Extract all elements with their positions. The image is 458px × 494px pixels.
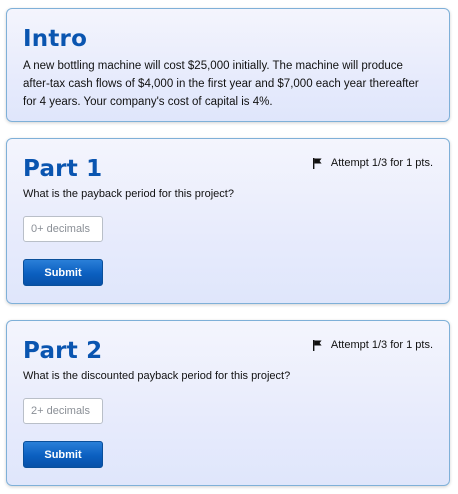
flag-icon (312, 339, 322, 351)
part-2-card: Part 2 Attempt 1/3 for 1 pts. What is th… (6, 320, 450, 486)
part-2-question: What is the discounted payback period fo… (23, 370, 291, 382)
part-1-header: Part 1 Attempt 1/3 for 1 pts. (23, 155, 433, 185)
part-2-header: Part 2 Attempt 1/3 for 1 pts. (23, 337, 433, 367)
part-1-attempt-info: Attempt 1/3 for 1 pts. (312, 157, 433, 169)
part-1-answer-input[interactable] (23, 216, 103, 242)
part-1-submit-button[interactable]: Submit (23, 259, 103, 286)
flag-icon (312, 157, 322, 169)
page: Intro A new bottling machine will cost $… (0, 0, 458, 494)
part-1-attempt-label: Attempt 1/3 for 1 pts. (330, 157, 433, 169)
intro-card: Intro A new bottling machine will cost $… (6, 8, 450, 122)
part-2-attempt-info: Attempt 1/3 for 1 pts. (312, 339, 433, 351)
part-2-submit-button[interactable]: Submit (23, 441, 103, 468)
part-2-attempt-label: Attempt 1/3 for 1 pts. (330, 339, 433, 351)
part-1-question: What is the payback period for this proj… (23, 188, 234, 200)
part-1-card: Part 1 Attempt 1/3 for 1 pts. What is th… (6, 138, 450, 304)
intro-title: Intro (23, 26, 88, 52)
part-2-answer-input[interactable] (23, 398, 103, 424)
intro-text: A new bottling machine will cost $25,000… (23, 60, 419, 108)
